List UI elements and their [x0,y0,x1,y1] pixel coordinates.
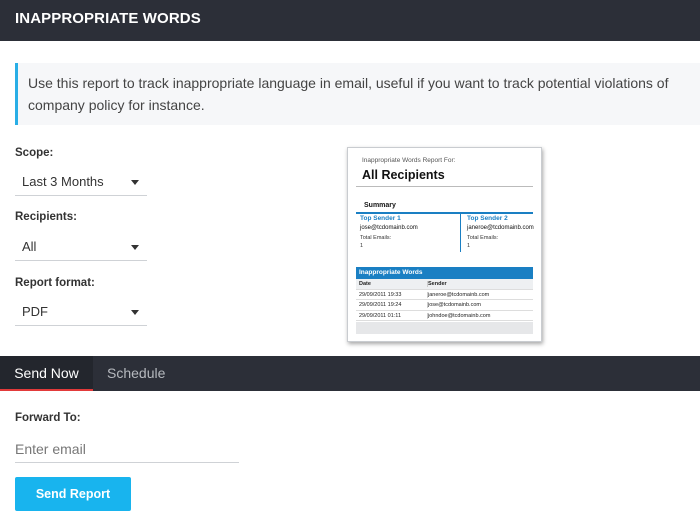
preview-table-header: Date Sender [356,279,533,290]
tab-bar: Send Now Schedule [0,356,700,391]
table-row: 29/09/2011 19:24 jose@tcdomainb.com [356,300,533,311]
chevron-down-icon [131,180,139,185]
preview-top-sender-1: Top Sender 1 jose@tcdomainb.com Total Em… [356,214,461,252]
table-row: 29/09/2011 19:33 janeroe@tcdomainb.com [356,290,533,300]
scope-label: Scope: [15,147,54,159]
page-header: INAPPROPRIATE WORDS [0,0,700,41]
sender1-total-label: Total Emails: [360,235,392,241]
sender1-total: 1 [360,243,364,249]
scope-select[interactable]: Last 3 Months [15,168,147,196]
format-select[interactable]: PDF [15,298,147,326]
preview-table: Date Sender 29/09/2011 19:33 janeroe@tcd… [356,279,533,321]
tab-schedule[interactable]: Schedule [107,356,165,391]
info-callout: Use this report to track inappropriate l… [15,63,700,125]
preview-footer-bar [356,322,533,334]
sender2-total-label: Total Emails: [467,235,499,241]
scope-value: Last 3 Months [22,174,104,189]
recipients-label: Recipients: [15,211,77,223]
row-date: 29/09/2011 01:11 [359,312,402,319]
sender2-heading: Top Sender 2 [467,215,508,222]
row-sender: janeroe@tcdomainb.com [427,291,490,298]
recipients-select[interactable]: All [15,233,147,261]
preview-section-title: Inappropriate Words [359,269,423,276]
chevron-down-icon [131,310,139,315]
row-sender: jose@tcdomainb.com [427,302,481,308]
row-date: 29/09/2011 19:24 [359,302,402,308]
recipients-value: All [22,239,37,254]
preview-title: All Recipients [362,168,445,182]
forward-to-label: Forward To: [15,412,81,424]
preview-summary-heading: Summary [364,202,396,209]
preview-top-sender-2: Top Sender 2 janeroe@tcdomainb.com Total… [463,214,541,252]
sender2-total: 1 [467,243,471,249]
info-text: Use this report to track inappropriate l… [28,75,669,113]
format-label: Report format: [15,277,95,289]
row-date: 29/09/2011 19:33 [359,291,402,298]
sender1-email: jose@tcdomainb.com [360,225,418,231]
chevron-down-icon [131,245,139,250]
column-header: Date [359,281,371,287]
sender2-email: janeroe@tcdomainb.com [467,225,534,231]
row-sender: johndoe@tcdomainb.com [427,312,491,319]
email-field[interactable] [15,435,239,463]
column-header: Sender [427,281,447,287]
send-report-button[interactable]: Send Report [15,477,131,511]
format-value: PDF [22,304,48,319]
sender1-heading: Top Sender 1 [360,215,401,222]
preview-divider [356,186,533,187]
preview-section-bar: Inappropriate Words [356,267,533,279]
report-preview: Inappropriate Words Report For: All Reci… [347,147,542,342]
tab-send-now[interactable]: Send Now [0,356,93,391]
table-row: 29/09/2011 01:11 johndoe@tcdomainb.com [356,311,533,321]
page-title: INAPPROPRIATE WORDS [15,10,201,27]
preview-for-label: Inappropriate Words Report For: [362,157,456,164]
